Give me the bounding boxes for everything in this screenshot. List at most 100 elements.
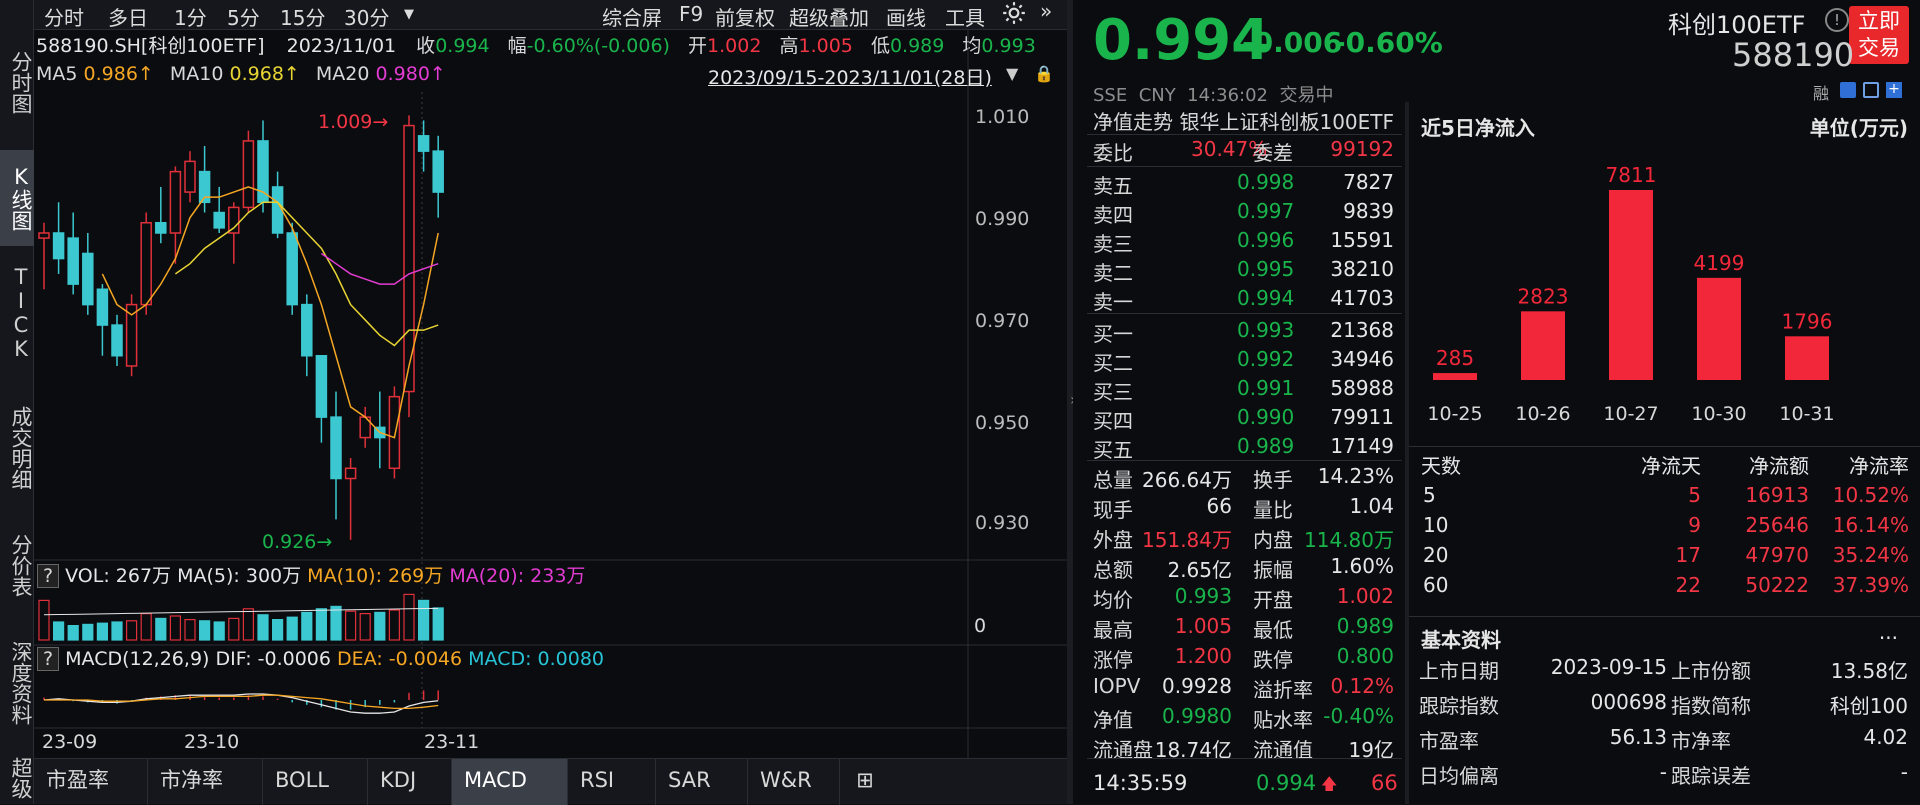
- vol-ma20: MA(20): 233万: [449, 565, 586, 587]
- order-price: 0.994: [1237, 286, 1295, 310]
- indicator-tab-4[interactable]: MACD: [452, 759, 568, 805]
- macd-help-icon[interactable]: ?: [37, 647, 60, 671]
- price-tick: 1.010: [975, 106, 1030, 128]
- window-icon[interactable]: [1863, 82, 1879, 98]
- flow-cell: 10.52%: [1832, 483, 1909, 507]
- flow-header: 净流额: [1749, 454, 1809, 478]
- flow-date-label: 10-27: [1603, 403, 1658, 425]
- order-price: 0.992: [1237, 347, 1295, 371]
- fund-name: 科创100ETF: [1668, 11, 1806, 39]
- basic-value: 4.02: [1863, 725, 1908, 749]
- candle: [417, 120, 430, 172]
- basic-title: 基本资料: [1421, 628, 1501, 652]
- basic-label: 指数简称: [1671, 694, 1751, 718]
- trade-button[interactable]: 立即交易: [1849, 6, 1909, 64]
- edit-icon[interactable]: [1840, 82, 1856, 98]
- candle: [344, 458, 357, 540]
- chart-panel: 分时图 K线图 TICK 成交明细 分价表 深度资料 超级 分时 多日 1分 5分 15分 …: [0, 0, 1067, 805]
- indicator-tab-3[interactable]: KDJ: [368, 759, 452, 805]
- stat-label: 均价: [1093, 588, 1133, 612]
- price-pct: -0.60%: [1334, 26, 1443, 59]
- vol-help-icon[interactable]: ?: [37, 564, 60, 588]
- stat-label: 净值: [1093, 708, 1133, 732]
- order-label: 买一: [1093, 322, 1133, 346]
- stat-value: 1.002: [1336, 584, 1394, 608]
- volume-bar: [272, 618, 284, 641]
- volume-bar: [155, 617, 167, 641]
- order-price: 0.993: [1237, 318, 1295, 342]
- stat-label: 涨停: [1093, 648, 1133, 672]
- order-volume: 41703: [1330, 286, 1394, 310]
- vol-ma5: MA(5): 300万: [177, 565, 302, 587]
- flow-bar-label: 4199: [1694, 251, 1745, 275]
- indicator-tab-2[interactable]: BOLL: [263, 759, 368, 805]
- basic-label: 日均偏离: [1419, 764, 1499, 788]
- indicator-tab-1[interactable]: 市净率: [148, 759, 263, 805]
- volume-bar: [125, 620, 138, 641]
- info-icon[interactable]: !: [1825, 8, 1849, 32]
- low-annotation-value: 0.926: [262, 531, 317, 553]
- volume-bar: [67, 624, 79, 641]
- volume-bar: [169, 615, 181, 641]
- volume-bar: [52, 621, 65, 641]
- stat-value: 0.9980: [1162, 704, 1232, 728]
- indicator-tab-8[interactable]: ⊞: [840, 759, 890, 805]
- order-volume: 15591: [1330, 228, 1394, 252]
- volume-bar: [374, 611, 386, 641]
- order-volume: 58988: [1330, 376, 1394, 400]
- order-label: 卖五: [1093, 174, 1133, 198]
- order-price: 0.997: [1237, 199, 1295, 223]
- candle: [67, 212, 79, 295]
- stat-value: 66: [1206, 494, 1232, 518]
- candle: [96, 284, 109, 356]
- price-change: -0.006: [1242, 26, 1343, 59]
- nav-trend-label[interactable]: 净值走势: [1093, 106, 1173, 135]
- basic-value: 科创100: [1829, 694, 1908, 718]
- basic-label: 市盈率: [1419, 729, 1479, 753]
- basic-value: 56.13: [1609, 725, 1667, 749]
- candle: [242, 130, 255, 213]
- stat-value: 0.989: [1336, 614, 1394, 638]
- indicator-tab-5[interactable]: RSI: [568, 759, 656, 805]
- flow-cell: 50222: [1745, 573, 1809, 597]
- flow-cell: 25646: [1745, 513, 1809, 537]
- order-price: 0.991: [1237, 376, 1295, 400]
- candle: [38, 222, 50, 290]
- order-price: 0.990: [1237, 405, 1295, 429]
- candle: [228, 202, 240, 264]
- volume-bar: [199, 620, 211, 641]
- basic-label: 上市份额: [1671, 659, 1751, 683]
- flow-title: 近5日净流入: [1421, 116, 1535, 140]
- flow-bar: [1785, 336, 1829, 380]
- order-price: 0.995: [1237, 257, 1295, 281]
- indicator-tab-6[interactable]: SAR: [656, 759, 748, 805]
- stat-label: 现手: [1093, 498, 1133, 522]
- stat-value: 14.23%: [1317, 464, 1394, 488]
- flow-cell: 5: [1688, 483, 1701, 507]
- volume-bar: [184, 618, 196, 641]
- more-button[interactable]: ...: [1879, 620, 1898, 644]
- candle: [52, 202, 65, 274]
- flow-bar: [1521, 311, 1565, 380]
- price-tick: 0.990: [975, 208, 1030, 230]
- order-price: 0.996: [1237, 228, 1295, 252]
- wc-value: 99192: [1330, 137, 1394, 161]
- order-label: 卖三: [1093, 232, 1133, 256]
- indicator-tab-0[interactable]: 市盈率: [34, 759, 148, 805]
- add-icon[interactable]: +: [1886, 82, 1902, 98]
- basic-label: 上市日期: [1419, 659, 1499, 683]
- stat-label: 最高: [1093, 618, 1133, 642]
- basic-value: -: [1900, 760, 1908, 784]
- flow-unit: 单位(万元): [1809, 116, 1908, 140]
- indicator-tabs: 市盈率 市净率 BOLL KDJ MACD RSI SAR W&R ⊞: [34, 758, 1067, 805]
- stat-label: 总额: [1093, 558, 1133, 582]
- flow-cell: 16913: [1745, 483, 1809, 507]
- flow-cell: 16.14%: [1832, 513, 1909, 537]
- indicator-tab-7[interactable]: W&R: [748, 759, 840, 805]
- candle: [330, 391, 342, 520]
- flow-bar-label: 1796: [1782, 309, 1833, 333]
- candle: [111, 314, 123, 366]
- stat-label: 跌停: [1253, 648, 1293, 672]
- candle: [315, 354, 328, 443]
- candle: [359, 406, 371, 448]
